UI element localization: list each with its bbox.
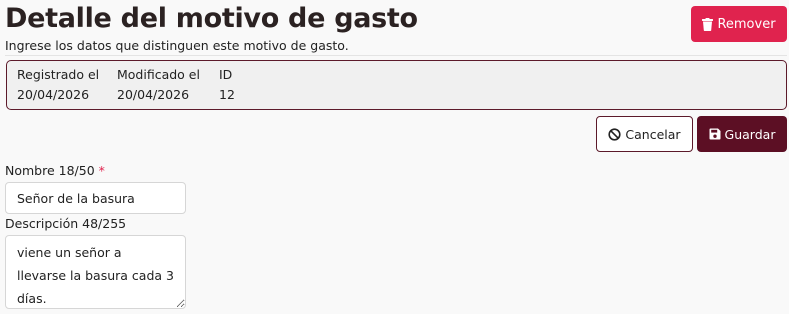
ban-icon	[608, 127, 622, 141]
remove-button-label: Remover	[717, 16, 776, 32]
description-field-label: Descripción 48/255	[5, 216, 127, 231]
name-input[interactable]	[5, 182, 186, 214]
page-subtitle: Ingrese los datos que distinguen este mo…	[5, 38, 349, 53]
created-info: Registrado el 20/04/2026	[17, 67, 99, 102]
trash-icon	[702, 17, 714, 31]
cancel-button-label: Cancelar	[625, 126, 681, 142]
header-divider	[5, 55, 787, 56]
save-button-label: Guardar	[724, 126, 776, 142]
remove-button[interactable]: Remover	[691, 6, 787, 42]
modified-label: Modificado el	[117, 67, 200, 82]
name-field-label: Nombre 18/50 *	[5, 163, 105, 178]
name-label-text: Nombre 18/50	[5, 163, 95, 178]
modified-value: 20/04/2026	[117, 87, 190, 102]
id-info: ID 12	[219, 67, 235, 102]
modified-info: Modificado el 20/04/2026	[117, 67, 200, 102]
record-info-panel: Registrado el 20/04/2026 Modificado el 2…	[6, 60, 787, 110]
description-textarea[interactable]: viene un señor a llevarse la basura cada…	[5, 235, 186, 309]
id-label: ID	[219, 67, 233, 82]
page-title: Detalle del motivo de gasto	[5, 3, 418, 34]
save-button[interactable]: Guardar	[697, 116, 787, 152]
floppy-disk-icon	[709, 128, 721, 140]
created-label: Registrado el	[17, 67, 100, 82]
id-value: 12	[219, 87, 235, 102]
cancel-button[interactable]: Cancelar	[596, 116, 693, 152]
required-mark: *	[98, 163, 105, 178]
created-value: 20/04/2026	[17, 87, 90, 102]
